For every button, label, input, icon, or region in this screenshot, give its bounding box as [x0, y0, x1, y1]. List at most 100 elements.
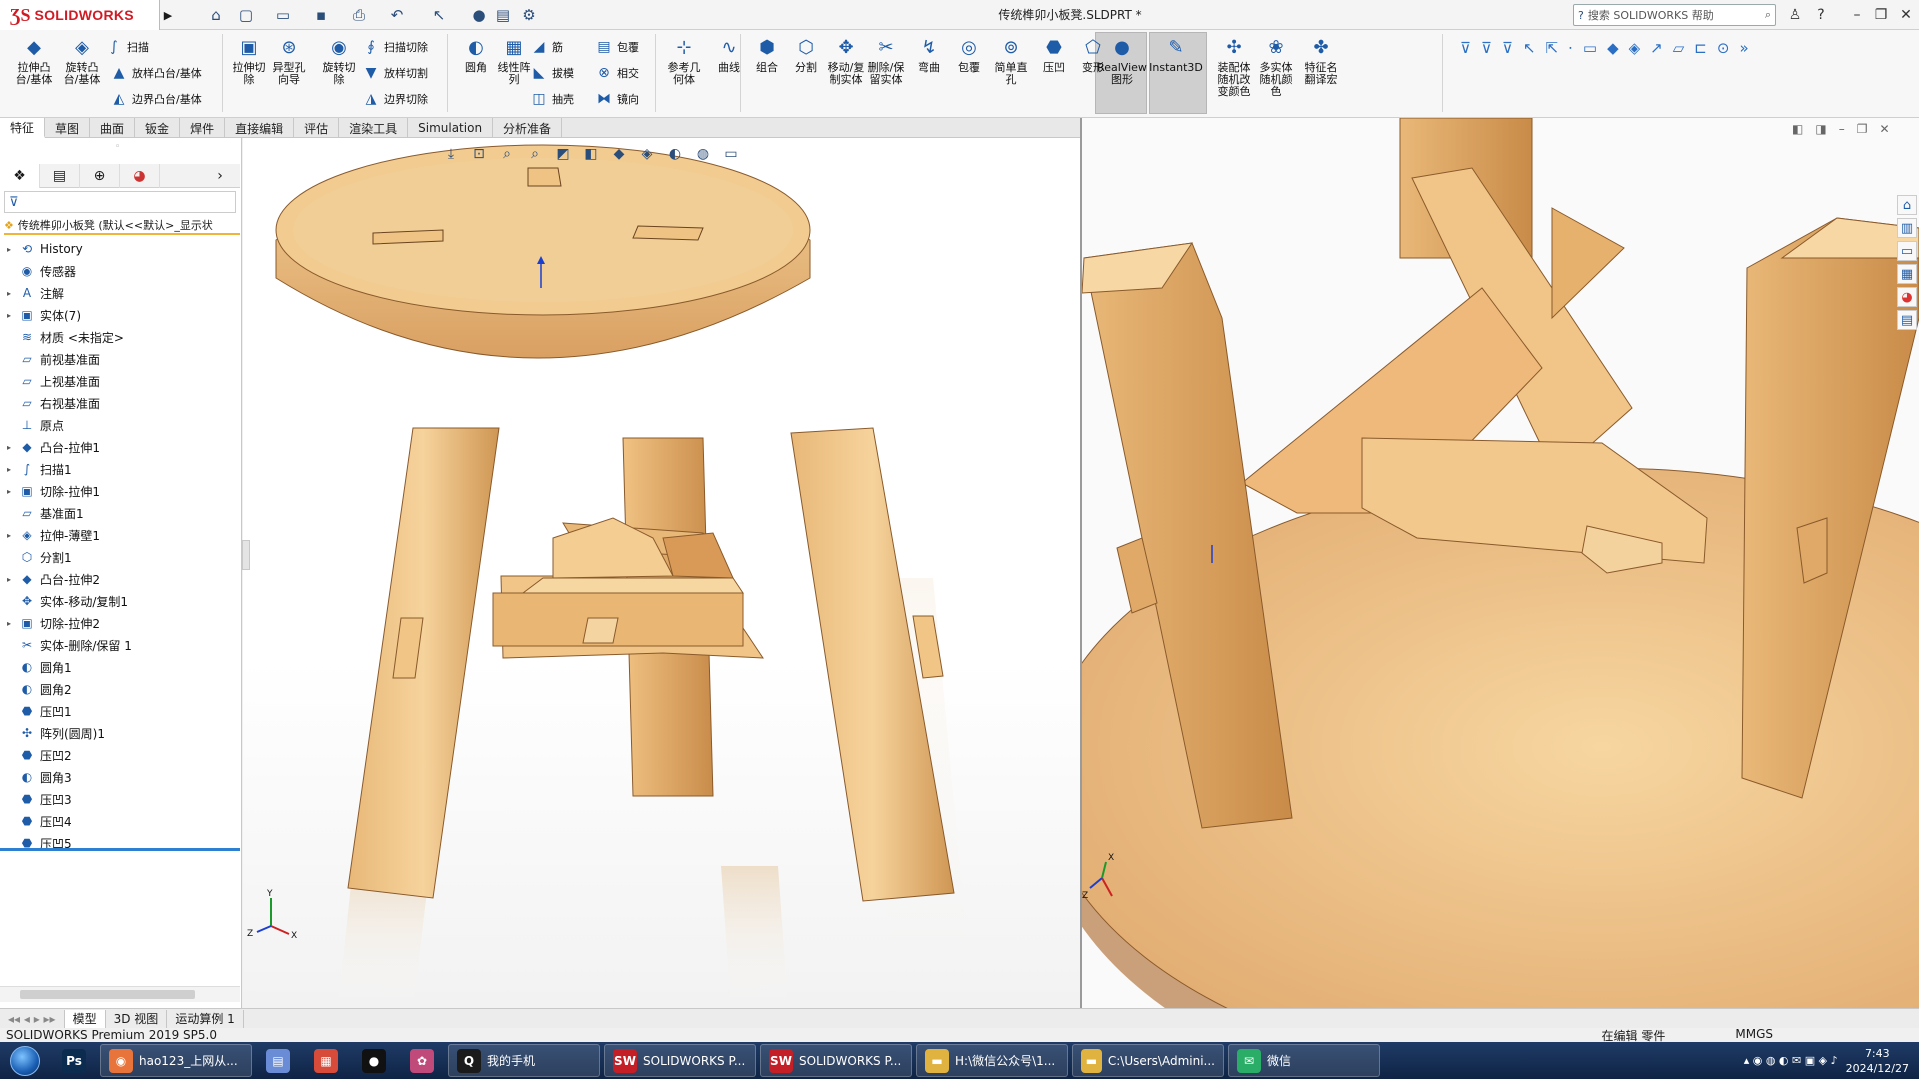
cmd-hole-wizard[interactable]: ⊛ 异型孔 向导 [265, 36, 313, 86]
view-orient-icon[interactable]: ◧ [580, 143, 602, 165]
taskbar-app-a[interactable]: ▤ [256, 1044, 300, 1077]
panel-expand-icon[interactable]: › [200, 164, 240, 188]
solidworks-logo[interactable]: ƷS SOLIDWORKS [0, 0, 160, 30]
tree-item[interactable]: ▸ ◆ 凸台-拉伸1 [0, 436, 240, 458]
taskbar-browser[interactable]: ◉ hao123_上网从... [100, 1044, 252, 1077]
point-icon[interactable]: ⊙ [1717, 39, 1730, 57]
model-tab-1[interactable]: 3D 视图 [106, 1009, 168, 1028]
help-menu-icon[interactable]: ? [1808, 3, 1834, 27]
viewport-close-icon[interactable]: ✕ [1879, 122, 1889, 136]
clock[interactable]: 7:43 2024/12/27 [1846, 1046, 1909, 1076]
display-style-icon[interactable]: ◆ [608, 143, 630, 165]
tree-item[interactable]: ▱ 上视基准面 [0, 370, 240, 392]
tree-item[interactable]: ⬣ 压凹2 [0, 744, 240, 766]
taskbar-folder2[interactable]: ▬ C:\Users\Admini... [1072, 1044, 1224, 1077]
options-icon[interactable]: ⚙ [518, 4, 540, 26]
tree-item[interactable]: ⬣ 压凹1 [0, 700, 240, 722]
cmd-boundary-boss[interactable]: ◭ 边界凸台/基体 [110, 90, 202, 108]
new-icon[interactable]: ▢ [235, 4, 257, 26]
tree-item[interactable]: ✣ 阵列(圆周)1 [0, 722, 240, 744]
taskbar-qq[interactable]: Q 我的手机 [448, 1044, 600, 1077]
tab-0[interactable]: 特征 [0, 118, 46, 138]
tree-item[interactable]: ▸ ▣ 实体(7) [0, 304, 240, 326]
tree-expand-icon[interactable]: ▸ [0, 575, 18, 584]
taskbar-wechat[interactable]: ✉ 微信 [1228, 1044, 1380, 1077]
tree-item[interactable]: ◐ 圆角2 [0, 678, 240, 700]
graphics-viewport-right[interactable]: ZX ◧ ◨ – ❐ ✕ [1082, 118, 1919, 1008]
tab-scroll-icon[interactable]: ◂◂ ◂ ▸ ▸▸ [0, 1009, 65, 1028]
axis-icon[interactable]: ↗ [1650, 39, 1663, 57]
zoom-area-icon[interactable]: ⊡ [468, 143, 490, 165]
edge-icon[interactable]: ▭ [1583, 39, 1597, 57]
property-tab-icon[interactable]: ▤ [40, 164, 80, 188]
tree-item[interactable]: ⊥ 原点 [0, 414, 240, 436]
tab-9[interactable]: 分析准备 [493, 118, 563, 138]
cmd-rib[interactable]: ◢ 筋 [530, 38, 563, 56]
cmd-multibody-color[interactable]: ❀ 多实体 随机颜 色 [1252, 36, 1300, 98]
model-tab-0[interactable]: 模型 [64, 1009, 106, 1028]
tree-item[interactable]: ▸ A 注解 [0, 282, 240, 304]
tree-expand-icon[interactable]: ▸ [0, 487, 18, 496]
cmd-wrap2[interactable]: ▤ 包覆 [595, 38, 639, 56]
user-icon[interactable]: ♙ [1782, 3, 1808, 27]
viewport-expand-icon[interactable]: ◨ [1815, 122, 1826, 136]
file-props-icon[interactable]: ▤ [492, 4, 514, 26]
cmd-revolve-cut[interactable]: ◉ 旋转切 除 [315, 36, 363, 86]
tab-1[interactable]: 草图 [45, 118, 91, 138]
zoom2-icon[interactable]: ⌕ [524, 143, 546, 165]
rollback-bar[interactable] [0, 848, 240, 851]
cmd-intersect[interactable]: ⊗ 相交 [595, 64, 639, 82]
cmd-ref-geometry[interactable]: ⊹ 参考几 何体 [660, 36, 708, 86]
cmd-delete-keep-body[interactable]: ✂ 删除/保 留实体 [862, 36, 910, 86]
view-palette-icon[interactable]: ▦ [1897, 264, 1917, 284]
tree-item[interactable]: ⬡ 分割1 [0, 546, 240, 568]
tree-item[interactable]: ▱ 右视基准面 [0, 392, 240, 414]
tree-item[interactable]: ▸ ∫ 扫描1 [0, 458, 240, 480]
tab-5[interactable]: 直接编辑 [225, 118, 295, 138]
view-settings-icon[interactable]: ▭ [720, 143, 742, 165]
tree-expand-icon[interactable]: ▸ [0, 465, 18, 474]
start-button[interactable] [0, 1042, 50, 1079]
cmd-feature-translate[interactable]: ✤ 特征名 翻译宏 [1297, 36, 1345, 86]
cmd-sweep-cut[interactable]: ∮ 扫描切除 [362, 38, 428, 56]
tree-item[interactable]: ✥ 实体-移动/复制1 [0, 590, 240, 612]
vertex-icon[interactable]: ⋅ [1568, 39, 1573, 57]
tree-item[interactable]: ◐ 圆角1 [0, 656, 240, 678]
tree-item[interactable]: ⬣ 压凹3 [0, 788, 240, 810]
menu-expand-icon[interactable]: ▶ [160, 0, 176, 30]
file-explorer-icon[interactable]: ▭ [1897, 241, 1917, 261]
surface-icon[interactable]: ◈ [1629, 39, 1641, 57]
more-icon[interactable]: » [1739, 39, 1748, 57]
cmd-instant3d[interactable]: ✎ Instant3D [1149, 36, 1203, 74]
taskbar-sw1[interactable]: SW SOLIDWORKS P... [604, 1044, 756, 1077]
taskbar-recorder[interactable]: ● [352, 1044, 396, 1077]
open-icon[interactable]: ▭ [272, 4, 294, 26]
appearances-icon[interactable]: ◕ [1897, 287, 1917, 307]
cmd-random-color[interactable]: ✣ 装配体 随机改 变颜色 [1210, 36, 1258, 98]
panel-collapse-handle[interactable] [242, 540, 250, 570]
tree-expand-icon[interactable]: ▸ [0, 619, 18, 628]
plane-icon[interactable]: ▱ [1673, 39, 1685, 57]
cmd-revolve-boss[interactable]: ◈ 旋转凸 台/基体 [58, 36, 106, 86]
tree-item[interactable]: ▱ 基准面1 [0, 502, 240, 524]
face-icon[interactable]: ◆ [1607, 39, 1619, 57]
custom-props-icon[interactable]: ▤ [1897, 310, 1917, 330]
tree-expand-icon[interactable]: ▸ [0, 311, 18, 320]
cmd-realview[interactable]: ● RealView 图形 [1097, 36, 1147, 86]
config-tab-icon[interactable]: ⊕ [80, 164, 120, 188]
cmd-sweep[interactable]: ∫ 扫描 [105, 38, 149, 56]
tree-item[interactable]: ◉ 传感器 [0, 260, 240, 282]
tree-root-part[interactable]: ❖ 传统榫卯小板凳 (默认<<默认>_显示状 [4, 217, 240, 235]
cmd-simple-hole[interactable]: ⊚ 简单直 孔 [987, 36, 1035, 86]
model-tab-2[interactable]: 运动算例 1 [167, 1009, 244, 1028]
tab-3[interactable]: 钣金 [135, 118, 181, 138]
graphics-viewport-left[interactable]: Y X Z [243, 138, 1080, 1008]
tree-item[interactable]: ▸ ⟲ History [0, 238, 240, 260]
taskbar-app-c[interactable]: ✿ [400, 1044, 444, 1077]
tree-item[interactable]: ≋ 材质 <未指定> [0, 326, 240, 348]
tab-8[interactable]: Simulation [408, 118, 494, 138]
tree-item[interactable]: ✂ 实体-删除/保留 1 [0, 634, 240, 656]
filter3-icon[interactable]: ⊽ [1502, 39, 1513, 57]
viewport-restore-icon[interactable]: ❐ [1857, 122, 1868, 136]
tree-item[interactable]: ⬣ 压凹4 [0, 810, 240, 832]
